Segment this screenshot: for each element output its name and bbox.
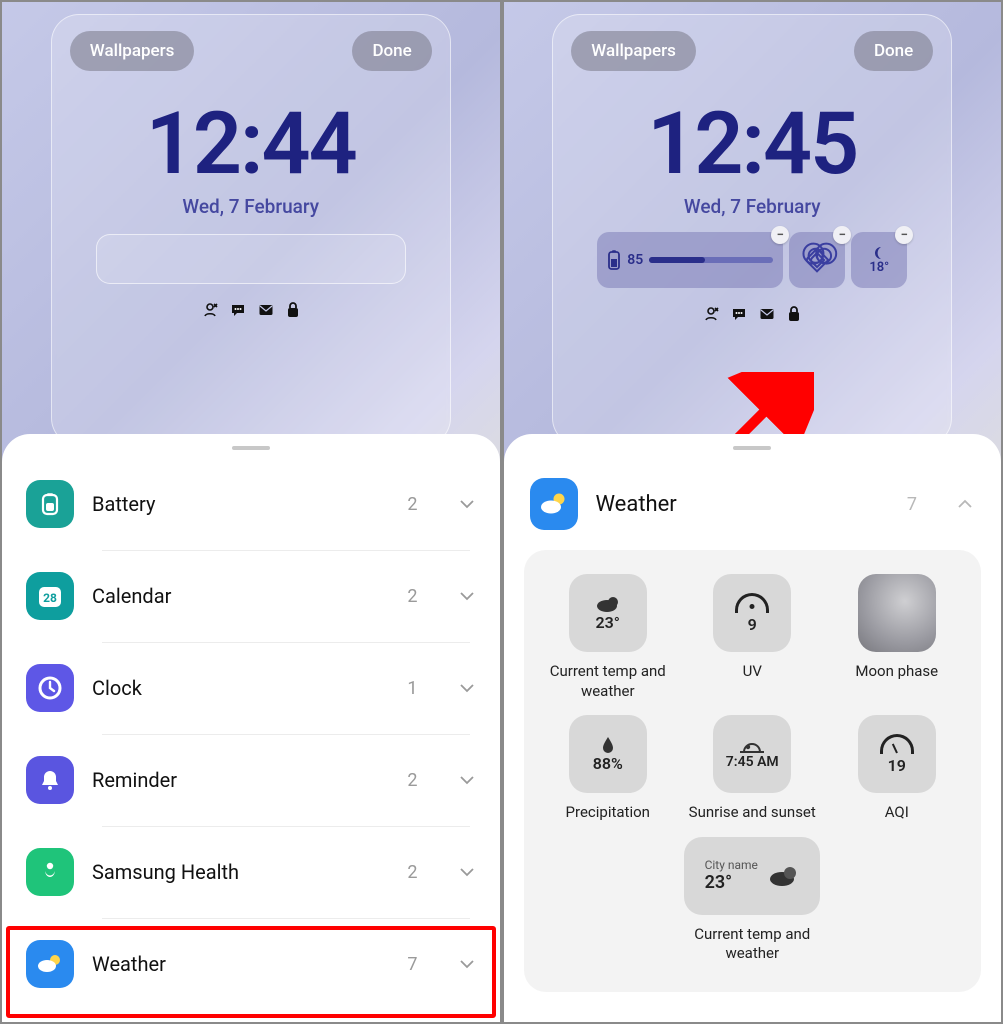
row-count: 1: [407, 678, 417, 699]
clock-date[interactable]: Wed, 7 February: [70, 195, 432, 218]
sheet-title: Weather: [596, 492, 889, 517]
done-button[interactable]: Done: [352, 31, 431, 71]
chevron-down-icon: [458, 495, 476, 513]
widget-current-temp-large[interactable]: City name 23° Current temp and weather: [667, 837, 837, 964]
row-count: 2: [407, 862, 417, 883]
phone-frame: Wallpapers Done 12:44 Wed, 7 February: [51, 14, 451, 446]
row-label: Clock: [92, 676, 389, 700]
sheet-header[interactable]: Weather 7: [504, 458, 1002, 542]
clock-time[interactable]: 12:44: [70, 101, 432, 187]
reminder-icon: [26, 756, 74, 804]
left-screenshot: Wallpapers Done 12:44 Wed, 7 February: [0, 0, 502, 1024]
lock-screen-preview: Wallpapers Done 12:44 Wed, 7 February: [2, 2, 500, 446]
row-label: Samsung Health: [92, 860, 389, 884]
messages-icon: [731, 306, 747, 322]
weather-widget[interactable]: 18° −: [851, 232, 907, 288]
row-count: 2: [407, 494, 417, 515]
clock-icon: [26, 664, 74, 712]
chevron-down-icon: [458, 679, 476, 697]
phone-frame: Wallpapers Done 12:45 Wed, 7 February 85…: [552, 14, 952, 446]
row-label: Weather: [92, 952, 389, 976]
battery-icon: [607, 249, 621, 271]
widget-picker-sheet: Battery 2 28 Calendar 2 Clock 1: [2, 434, 500, 1022]
lock-icon: [787, 306, 801, 322]
app-row-weather[interactable]: Weather 7: [2, 918, 500, 1010]
widget-uv[interactable]: 9 UV: [683, 574, 821, 701]
sheet-grabber[interactable]: [733, 446, 771, 450]
lock-screen-preview: Wallpapers Done 12:45 Wed, 7 February 85…: [504, 2, 1002, 446]
clock-date[interactable]: Wed, 7 February: [571, 195, 933, 218]
cloud-icon: [768, 864, 800, 888]
droplet-icon: [601, 736, 615, 754]
chevron-down-icon: [458, 771, 476, 789]
widget-aqi[interactable]: 19 AQI: [828, 715, 966, 823]
widget-moon-phase[interactable]: Moon phase: [828, 574, 966, 701]
remove-widget-button[interactable]: −: [895, 226, 913, 244]
missed-call-icon: [202, 302, 218, 318]
heart-rate-widget[interactable]: −: [789, 232, 845, 288]
sheet-count: 7: [907, 494, 917, 515]
chevron-down-icon: [458, 863, 476, 881]
cloud-icon: [595, 595, 621, 613]
mail-icon: [258, 302, 274, 318]
gauge-icon: [880, 734, 914, 754]
svg-text:28: 28: [43, 591, 57, 605]
battery-value: 85: [627, 252, 643, 268]
lock-icon: [286, 302, 300, 318]
temp-value: 18°: [869, 260, 889, 275]
weather-icon: [26, 940, 74, 988]
moon-icon: [858, 574, 936, 652]
gauge-icon: [735, 593, 769, 613]
wallpapers-button[interactable]: Wallpapers: [571, 31, 696, 71]
app-row-reminder[interactable]: Reminder 2: [2, 734, 500, 826]
app-row-samsung-health[interactable]: Samsung Health 2: [2, 826, 500, 918]
clock-time[interactable]: 12:45: [571, 101, 933, 187]
chevron-down-icon: [458, 587, 476, 605]
weather-icon: [530, 478, 578, 530]
sheet-grabber[interactable]: [232, 446, 270, 450]
row-count: 7: [407, 954, 417, 975]
remove-widget-button[interactable]: −: [771, 226, 789, 244]
chevron-up-icon: [955, 494, 975, 514]
row-count: 2: [407, 770, 417, 791]
remove-widget-button[interactable]: −: [833, 226, 851, 244]
widget-current-temp[interactable]: 23° Current temp and weather: [539, 574, 677, 701]
battery-icon: [26, 480, 74, 528]
notification-icons[interactable]: [70, 302, 432, 318]
row-label: Battery: [92, 492, 389, 516]
widget-precipitation[interactable]: 88% Precipitation: [539, 715, 677, 823]
sunrise-icon: [738, 738, 766, 754]
weather-widgets-sheet: Weather 7 23° Current temp and weather: [504, 434, 1002, 1022]
notification-icons[interactable]: [571, 306, 933, 322]
right-screenshot: Wallpapers Done 12:45 Wed, 7 February 85…: [502, 0, 1003, 1024]
calendar-icon: 28: [26, 572, 74, 620]
widget-sunrise-sunset[interactable]: 7:45 AM Sunrise and sunset: [683, 715, 821, 823]
chevron-down-icon: [458, 955, 476, 973]
app-row-calendar[interactable]: 28 Calendar 2: [2, 550, 500, 642]
moon-icon: [871, 246, 887, 260]
battery-bar: [649, 257, 773, 263]
app-row-clock[interactable]: Clock 1: [2, 642, 500, 734]
widget-grid: 23° Current temp and weather 9 UV Moon p…: [524, 550, 982, 992]
row-count: 2: [407, 586, 417, 607]
mail-icon: [759, 306, 775, 322]
messages-icon: [230, 302, 246, 318]
row-label: Calendar: [92, 584, 389, 608]
missed-call-icon: [703, 306, 719, 322]
empty-widget-slot[interactable]: [96, 234, 406, 284]
app-row-battery[interactable]: Battery 2: [2, 458, 500, 550]
heart-icon: [802, 246, 832, 274]
health-icon: [26, 848, 74, 896]
wallpapers-button[interactable]: Wallpapers: [70, 31, 195, 71]
battery-widget[interactable]: 85 −: [597, 232, 783, 288]
row-label: Reminder: [92, 768, 389, 792]
done-button[interactable]: Done: [854, 31, 933, 71]
lock-screen-widgets: 85 − − 18° −: [597, 232, 907, 288]
